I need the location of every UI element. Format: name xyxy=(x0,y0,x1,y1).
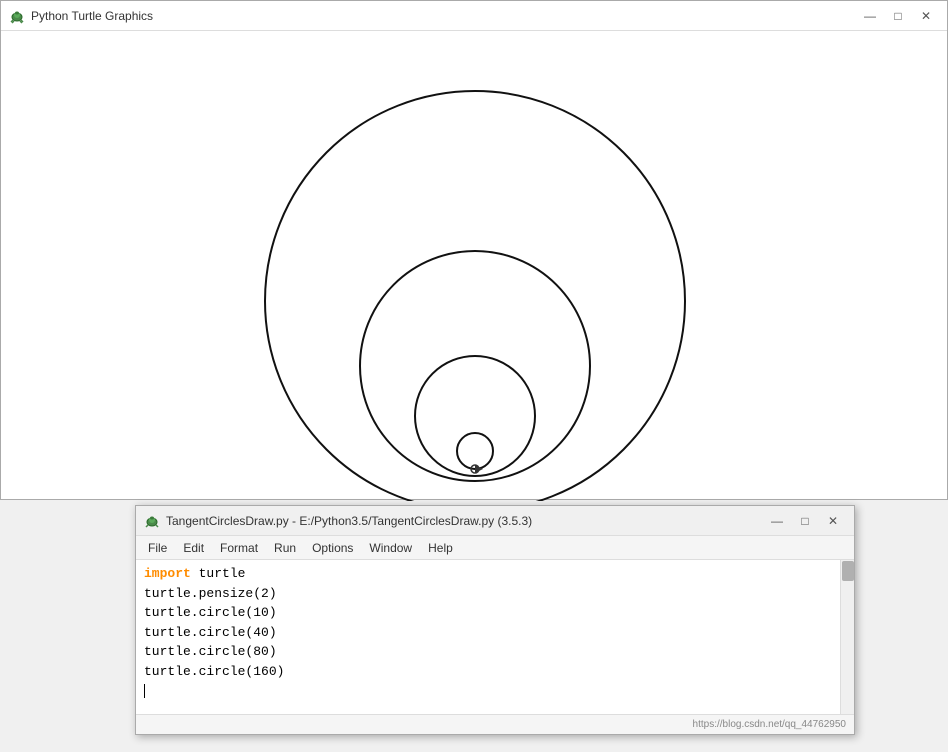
editor-maximize-button[interactable]: □ xyxy=(792,511,818,531)
editor-icon xyxy=(144,513,160,529)
menu-item-run[interactable]: Run xyxy=(266,536,304,560)
code-line-4: turtle.circle(40) xyxy=(144,623,846,643)
editor-minimize-button[interactable]: — xyxy=(764,511,790,531)
turtle-close-button[interactable]: ✕ xyxy=(913,6,939,26)
scrollbar-thumb[interactable] xyxy=(842,561,854,581)
turtle-titlebar: Python Turtle Graphics — □ ✕ xyxy=(1,1,947,31)
editor-title-text: TangentCirclesDraw.py - E:/Python3.5/Tan… xyxy=(166,514,532,528)
code-line-2: turtle.pensize(2) xyxy=(144,584,846,604)
turtle-title-left: Python Turtle Graphics xyxy=(9,8,153,24)
code-line-3: turtle.circle(10) xyxy=(144,603,846,623)
turtle-window: Python Turtle Graphics — □ ✕ xyxy=(0,0,948,500)
editor-window-controls: — □ ✕ xyxy=(764,511,846,531)
editor-title-left: TangentCirclesDraw.py - E:/Python3.5/Tan… xyxy=(144,513,532,529)
editor-content[interactable]: import turtleturtle.pensize(2)turtle.cir… xyxy=(136,560,854,714)
cursor-line xyxy=(144,681,846,701)
menu-item-edit[interactable]: Edit xyxy=(175,536,212,560)
editor-close-button[interactable]: ✕ xyxy=(820,511,846,531)
editor-titlebar: TangentCirclesDraw.py - E:/Python3.5/Tan… xyxy=(136,506,854,536)
turtle-icon xyxy=(9,8,25,24)
menu-item-options[interactable]: Options xyxy=(304,536,361,560)
turtle-window-controls: — □ ✕ xyxy=(857,6,939,26)
editor-window: TangentCirclesDraw.py - E:/Python3.5/Tan… xyxy=(135,505,855,735)
turtle-canvas xyxy=(1,31,947,499)
turtle-title-text: Python Turtle Graphics xyxy=(31,9,153,23)
turtle-minimize-button[interactable]: — xyxy=(857,6,883,26)
turtle-maximize-button[interactable]: □ xyxy=(885,6,911,26)
status-link: https://blog.csdn.net/qq_44762950 xyxy=(693,719,846,730)
menu-item-window[interactable]: Window xyxy=(361,536,420,560)
editor-scrollbar[interactable] xyxy=(840,560,854,714)
circles-drawing xyxy=(1,31,948,501)
editor-statusbar: https://blog.csdn.net/qq_44762950 xyxy=(136,714,854,734)
code-line-1: import turtle xyxy=(144,564,846,584)
code-line-6: turtle.circle(160) xyxy=(144,662,846,682)
menu-item-file[interactable]: File xyxy=(140,536,175,560)
menu-item-help[interactable]: Help xyxy=(420,536,461,560)
editor-menubar: FileEditFormatRunOptionsWindowHelp xyxy=(136,536,854,560)
menu-item-format[interactable]: Format xyxy=(212,536,266,560)
code-line-5: turtle.circle(80) xyxy=(144,642,846,662)
